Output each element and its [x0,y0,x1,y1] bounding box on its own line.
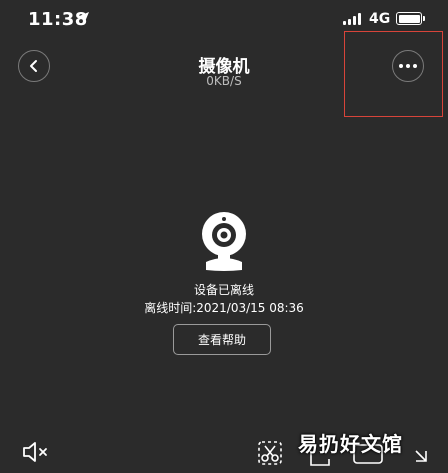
offline-status: 设备已离线 [193,283,254,297]
highlight-box [344,31,443,117]
scissors-icon[interactable] [257,440,283,466]
speed-label: 0KB/S [206,74,242,88]
expand-icon[interactable] [410,445,432,467]
signal-icon [343,13,363,25]
watermark: 易扔好文馆 [298,432,403,456]
back-button[interactable] [18,50,50,82]
offline-time: 离线时间:2021/03/15 08:36 [144,301,304,315]
battery-icon [396,12,422,25]
help-button[interactable]: 查看帮助 [173,324,271,355]
mute-icon[interactable] [22,440,52,464]
camera-icon [202,212,246,271]
network-label: 4G [369,11,391,27]
location-arrow-icon [77,12,89,24]
chevron-left-icon [30,60,37,72]
battery-tip [423,16,425,21]
